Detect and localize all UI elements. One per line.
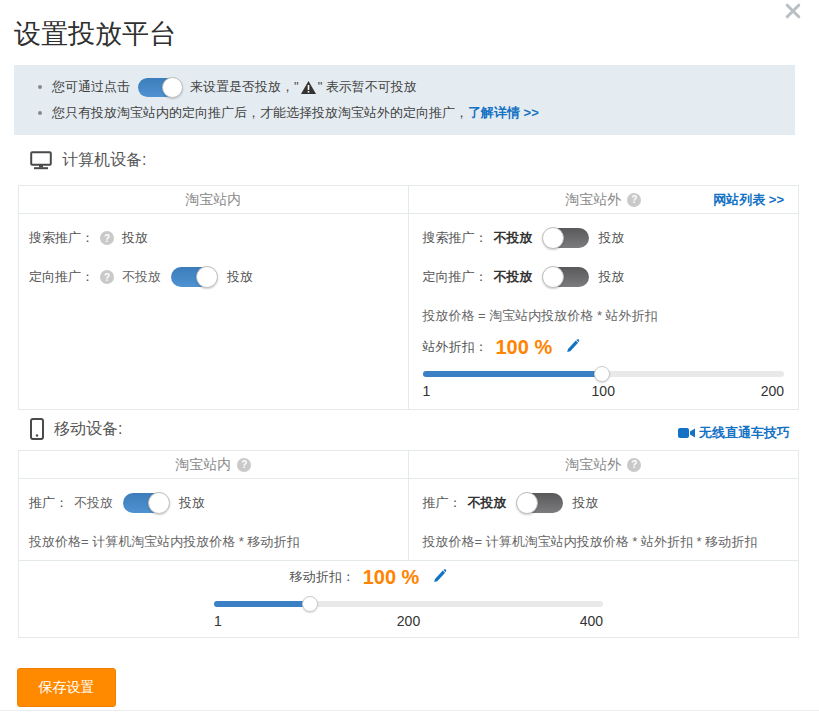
mobile-inside-cell: 推广： 不投放 投放 投放价格= 计算机淘宝站内投放价格 * 移动折扣 [19, 479, 409, 560]
site-list-link[interactable]: 网站列表 >> [713, 191, 784, 209]
bullet-dot [38, 111, 42, 115]
learn-more-link[interactable]: 了解详情 >> [468, 104, 539, 122]
mobile-outside-toggle[interactable] [517, 493, 563, 513]
help-icon[interactable]: ? [100, 270, 114, 284]
warning-icon [301, 81, 316, 94]
notice-text: 来设置是否投放，" [190, 78, 299, 96]
search-promo-row: 搜索推广： ? 投放 [29, 227, 394, 249]
mobile-inside-toggle[interactable] [123, 493, 169, 513]
outside-discount-row: 站外折扣： 100 % [423, 335, 785, 359]
price-formula: 投放价格= 计算机淘宝站内投放价格 * 站外折扣 * 移动折扣 [423, 531, 785, 553]
computer-inside-target-toggle[interactable] [171, 267, 217, 287]
discount-value: 100 % [496, 336, 553, 359]
slider-labels: 1 100 200 [423, 383, 785, 403]
target-promo-row: 定向推广： 不投放 投放 [423, 266, 785, 288]
dialog-bottom-edge [0, 710, 819, 711]
computer-inside-cell: 搜索推广： ? 投放 定向推广： ? 不投放 投放 [19, 214, 409, 410]
mobile-outside-cell: 推广： 不投放 投放 投放价格= 计算机淘宝站内投放价格 * 站外折扣 * 移动… [409, 479, 799, 560]
mobile-outside-header: 淘宝站外 ? [409, 451, 799, 478]
computer-outside-cell: 搜索推广： 不投放 投放 定向推广： 不投放 投放 投放价格 = 淘宝站内投放价… [409, 214, 799, 410]
help-icon[interactable]: ? [627, 458, 641, 472]
mobile-table: 淘宝站内 ? 淘宝站外 ? 推广： 不投放 投放 投放价格= 计算机淘宝站内投放… [18, 450, 799, 638]
computer-table: 淘宝站内 淘宝站外 ? 网站列表 >> 搜索推广： ? 投放 定向推广： ? 不… [18, 185, 799, 410]
help-icon[interactable]: ? [100, 231, 114, 245]
page-title: 设置投放平台 [14, 16, 176, 52]
phone-icon [30, 418, 44, 440]
section-title: 移动设备: [54, 419, 122, 440]
close-icon[interactable] [784, 2, 802, 20]
notice-box: 您可通过点击 来设置是否投放，" " 表示暂不可投放 您只有投放淘宝站内的定向推… [14, 65, 795, 135]
edit-pencil-icon[interactable] [433, 568, 447, 587]
computer-outside-search-toggle[interactable] [543, 228, 589, 248]
computer-outside-header: 淘宝站外 ? 网站列表 >> [409, 186, 799, 213]
price-formula: 投放价格 = 淘宝站内投放价格 * 站外折扣 [423, 305, 785, 327]
computer-inside-header: 淘宝站内 [19, 186, 409, 213]
search-promo-value: 投放 [122, 229, 148, 247]
bullet-dot [38, 85, 42, 89]
notice-line-1: 您可通过点击 来设置是否投放，" " 表示暂不可投放 [38, 74, 775, 100]
mobile-inside-header: 淘宝站内 ? [19, 451, 409, 478]
wireless-tips-link[interactable]: 无线直通车技巧 [678, 424, 790, 442]
notice-text: 您可通过点击 [52, 78, 130, 96]
notice-line-2: 您只有投放淘宝站内的定向推广后，才能选择投放淘宝站外的定向推广， 了解详情 >> [38, 100, 775, 126]
mobile-section-header: 移动设备: [30, 418, 122, 440]
price-formula: 投放价格= 计算机淘宝站内投放价格 * 移动折扣 [29, 531, 394, 553]
mobile-discount-slider[interactable] [214, 595, 603, 611]
target-promo-row: 定向推广： ? 不投放 投放 [29, 266, 394, 288]
save-settings-button[interactable]: 保存设置 [17, 668, 116, 707]
section-title: 计算机设备: [62, 150, 146, 171]
slider-labels: 1 200 400 [214, 613, 603, 633]
mobile-discount-row: 移动折扣： 100 % 1 200 400 [19, 560, 798, 637]
search-promo-row: 搜索推广： 不投放 投放 [423, 227, 785, 249]
notice-text: 您只有投放淘宝站内的定向推广后，才能选择投放淘宝站外的定向推广， [52, 104, 468, 122]
promo-row: 推广： 不投放 投放 [29, 492, 394, 514]
discount-value: 100 % [363, 566, 420, 589]
edit-pencil-icon[interactable] [566, 338, 580, 357]
computer-icon [30, 151, 52, 170]
computer-outside-target-toggle[interactable] [543, 267, 589, 287]
example-toggle[interactable] [138, 78, 182, 97]
help-icon[interactable]: ? [627, 193, 641, 207]
promo-row: 推广： 不投放 投放 [423, 492, 785, 514]
outside-discount-slider[interactable] [423, 365, 785, 381]
help-icon[interactable]: ? [237, 458, 251, 472]
notice-text: " 表示暂不可投放 [318, 78, 417, 96]
video-icon [678, 427, 695, 439]
computer-section-header: 计算机设备: [30, 150, 146, 171]
